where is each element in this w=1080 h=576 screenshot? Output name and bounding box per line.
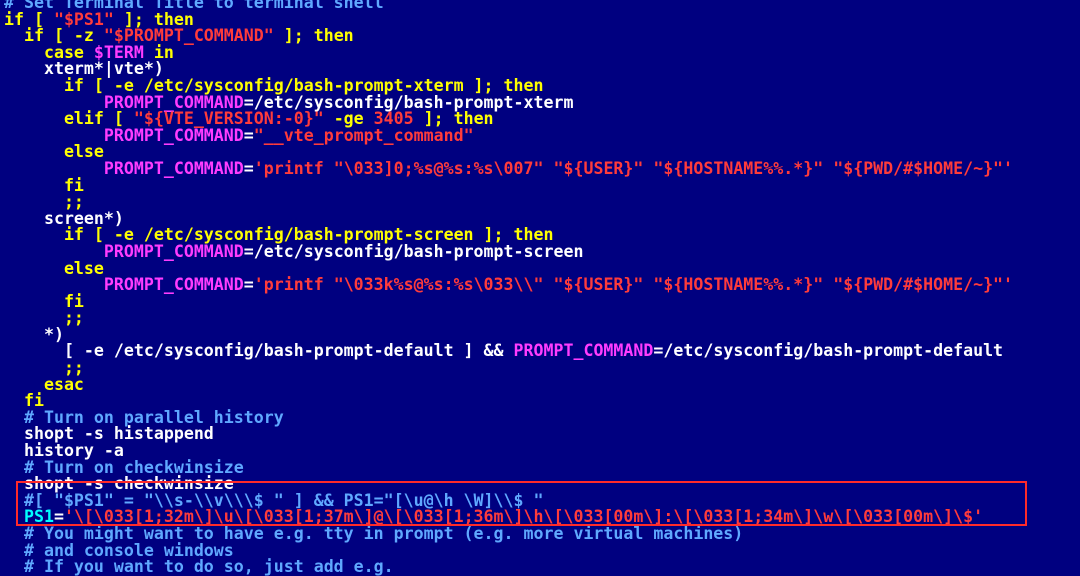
code-token: # If you want to do so, just add e.g.	[4, 557, 394, 576]
terminal-line: ;;	[4, 193, 1080, 211]
code-token: =	[243, 125, 254, 145]
terminal-line: ;;	[4, 359, 1080, 377]
code-token: =/etc/sysconfig/bash-prompt-screen	[243, 241, 584, 261]
code-token: =	[243, 275, 254, 295]
terminal-line: PROMPT_COMMAND="__vte_prompt_command"	[4, 125, 1080, 145]
code-token: 'printf "\033k%s@%s:%s\033\\" "${USER}" …	[253, 275, 1014, 295]
code-token: "__vte_prompt_command"	[253, 125, 474, 145]
terminal-text-area[interactable]: # Set Terminal Title to terminal shell if…	[4, 0, 1080, 575]
code-token: =/etc/sysconfig/bash-prompt-default	[653, 341, 1004, 361]
terminal-line: shopt -s histappend	[4, 426, 1080, 443]
code-token: 'printf "\033]0;%s@%s:%s\007" "${USER}" …	[253, 158, 1014, 178]
terminal-line: case $TERM in	[4, 44, 1080, 62]
code-token: ]; then	[273, 26, 354, 46]
terminal-line: ;;	[4, 309, 1080, 327]
terminal-line: esac	[4, 376, 1080, 394]
terminal-line: PROMPT_COMMAND='printf "\033k%s@%s:%s\03…	[4, 275, 1080, 295]
terminal-line: PROMPT_COMMAND='printf "\033]0;%s@%s:%s\…	[4, 158, 1080, 178]
code-token: PROMPT_COMMAND	[513, 341, 654, 361]
code-token: =	[243, 158, 254, 178]
terminal-line: PROMPT_COMMAND=/etc/sysconfig/bash-promp…	[4, 241, 1080, 261]
terminal-line: fi	[4, 293, 1080, 311]
terminal-line: # If you want to do so, just add e.g.	[4, 557, 1080, 576]
terminal-line: [ -e /etc/sysconfig/bash-prompt-default …	[4, 343, 1080, 360]
terminal-line: fi	[4, 177, 1080, 195]
